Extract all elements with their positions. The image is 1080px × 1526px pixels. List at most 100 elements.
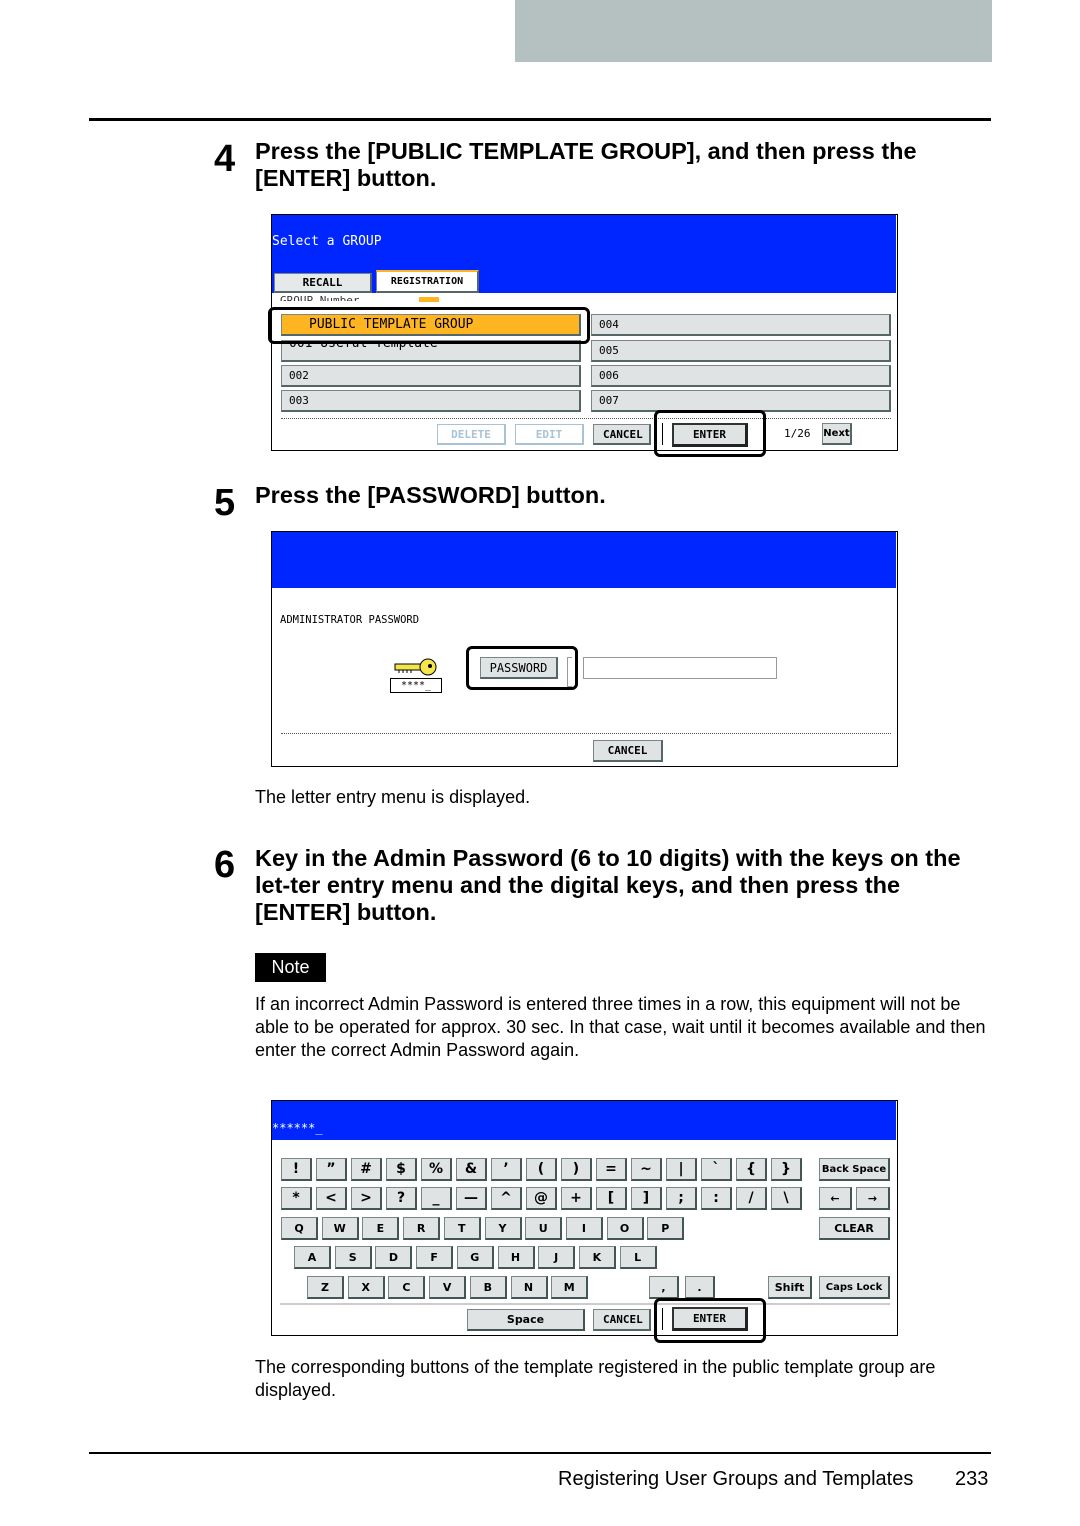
key[interactable]: *	[281, 1187, 312, 1210]
step6-result-text: The corresponding buttons of the templat…	[255, 1357, 936, 1400]
arrow-left-key[interactable]: ←	[819, 1187, 852, 1210]
key[interactable]: M	[551, 1276, 589, 1299]
key[interactable]: ;	[666, 1187, 697, 1210]
key[interactable]: |	[666, 1158, 697, 1181]
key[interactable]: @	[526, 1187, 557, 1210]
key[interactable]: \	[771, 1187, 802, 1210]
screen-header	[272, 1101, 896, 1140]
backspace-key[interactable]: Back Space	[819, 1158, 890, 1181]
group-button-003[interactable]: 003	[281, 390, 581, 412]
key[interactable]: O	[606, 1217, 644, 1240]
key[interactable]: ,	[649, 1276, 679, 1299]
cancel-button[interactable]: CANCEL	[593, 1309, 651, 1331]
next-button[interactable]: Next	[822, 423, 852, 445]
key[interactable]: (	[526, 1158, 557, 1181]
password-screen: ADMINISTRATOR PASSWORD ****_ PASSWORD CA…	[271, 531, 898, 767]
delete-button[interactable]: DELETE	[437, 424, 506, 445]
caps-lock-key[interactable]: Caps Lock	[819, 1276, 890, 1299]
shift-key[interactable]: Shift	[768, 1276, 812, 1299]
tab-recall[interactable]: RECALL	[274, 273, 372, 293]
key[interactable]: !	[281, 1158, 312, 1181]
key[interactable]: —	[456, 1187, 487, 1210]
group-number-label: GROUP Number	[280, 295, 359, 301]
key[interactable]: _	[421, 1187, 452, 1210]
key[interactable]: N	[510, 1276, 548, 1299]
group-button-006[interactable]: 006	[591, 365, 891, 387]
step-heading: Press the [PUBLIC TEMPLATE GROUP], and t…	[255, 138, 917, 191]
step-heading: Press the [PASSWORD] button.	[255, 482, 606, 508]
key[interactable]: ?	[386, 1187, 417, 1210]
key-icon	[394, 658, 437, 676]
key[interactable]: >	[351, 1187, 382, 1210]
key[interactable]: C	[388, 1276, 426, 1299]
key[interactable]: <	[316, 1187, 347, 1210]
key[interactable]: %	[421, 1158, 452, 1181]
key[interactable]: Q	[281, 1217, 318, 1240]
key[interactable]: }	[771, 1158, 802, 1181]
key[interactable]: [	[596, 1187, 627, 1210]
group-button-005[interactable]: 005	[591, 340, 891, 362]
note-text: If an incorrect Admin Password is entere…	[255, 994, 986, 1060]
clear-key[interactable]: CLEAR	[819, 1217, 890, 1240]
key[interactable]: ”	[316, 1158, 347, 1181]
key[interactable]: V	[429, 1276, 467, 1299]
key[interactable]: ^	[491, 1187, 522, 1210]
group-button-004[interactable]: 004	[591, 314, 891, 336]
key[interactable]: :	[701, 1187, 732, 1210]
key[interactable]: S	[334, 1246, 372, 1269]
edit-button[interactable]: EDIT	[515, 424, 584, 445]
key[interactable]: A	[294, 1246, 331, 1269]
highlight-password	[466, 646, 578, 690]
cancel-button[interactable]: CANCEL	[593, 740, 663, 762]
divider	[281, 733, 891, 734]
key[interactable]: &	[456, 1158, 487, 1181]
group-button-007[interactable]: 007	[591, 390, 891, 412]
screen-title: Select a GROUP	[272, 234, 382, 249]
key[interactable]: ’	[491, 1158, 522, 1181]
key[interactable]: +	[561, 1187, 592, 1210]
group-button-002[interactable]: 002	[281, 365, 581, 387]
key[interactable]: ~	[631, 1158, 662, 1181]
arrow-right-key[interactable]: →	[856, 1187, 890, 1210]
key[interactable]: G	[456, 1246, 494, 1269]
group-number-indicator	[419, 297, 439, 302]
key[interactable]: Y	[484, 1217, 522, 1240]
space-key[interactable]: Space	[467, 1309, 585, 1331]
key[interactable]: =	[596, 1158, 627, 1181]
key[interactable]: P	[647, 1217, 685, 1240]
key[interactable]: D	[375, 1246, 413, 1269]
top-rule	[89, 118, 991, 121]
key[interactable]: `	[701, 1158, 732, 1181]
key[interactable]: L	[619, 1246, 657, 1269]
password-field[interactable]	[583, 657, 777, 679]
step-heading: Key in the Admin Password (6 to 10 digit…	[255, 845, 961, 925]
entry-display: ******_	[272, 1121, 323, 1135]
key[interactable]: Z	[307, 1276, 344, 1299]
highlight-enter	[654, 1298, 766, 1343]
key[interactable]: E	[362, 1217, 400, 1240]
tab-registration[interactable]: REGISTRATION	[376, 270, 479, 293]
key[interactable]: R	[403, 1217, 441, 1240]
key[interactable]: F	[416, 1246, 454, 1269]
highlight-public-template-group	[268, 307, 590, 344]
cancel-button[interactable]: CANCEL	[593, 424, 651, 445]
key[interactable]: I	[565, 1217, 603, 1240]
key[interactable]: T	[443, 1217, 481, 1240]
key[interactable]: W	[321, 1217, 359, 1240]
key[interactable]: K	[578, 1246, 616, 1269]
key[interactable]: #	[351, 1158, 382, 1181]
key[interactable]: ]	[631, 1187, 662, 1210]
key[interactable]: X	[347, 1276, 385, 1299]
key[interactable]: B	[469, 1276, 507, 1299]
note-label: Note	[255, 953, 326, 982]
key[interactable]: {	[736, 1158, 767, 1181]
key[interactable]: $	[386, 1158, 417, 1181]
key[interactable]: )	[561, 1158, 592, 1181]
key[interactable]: H	[497, 1246, 535, 1269]
key[interactable]: J	[538, 1246, 576, 1269]
key[interactable]: .	[685, 1276, 715, 1299]
header-band	[515, 0, 992, 62]
page-indicator: 1/26	[784, 427, 811, 440]
key[interactable]: U	[525, 1217, 563, 1240]
key[interactable]: /	[736, 1187, 767, 1210]
